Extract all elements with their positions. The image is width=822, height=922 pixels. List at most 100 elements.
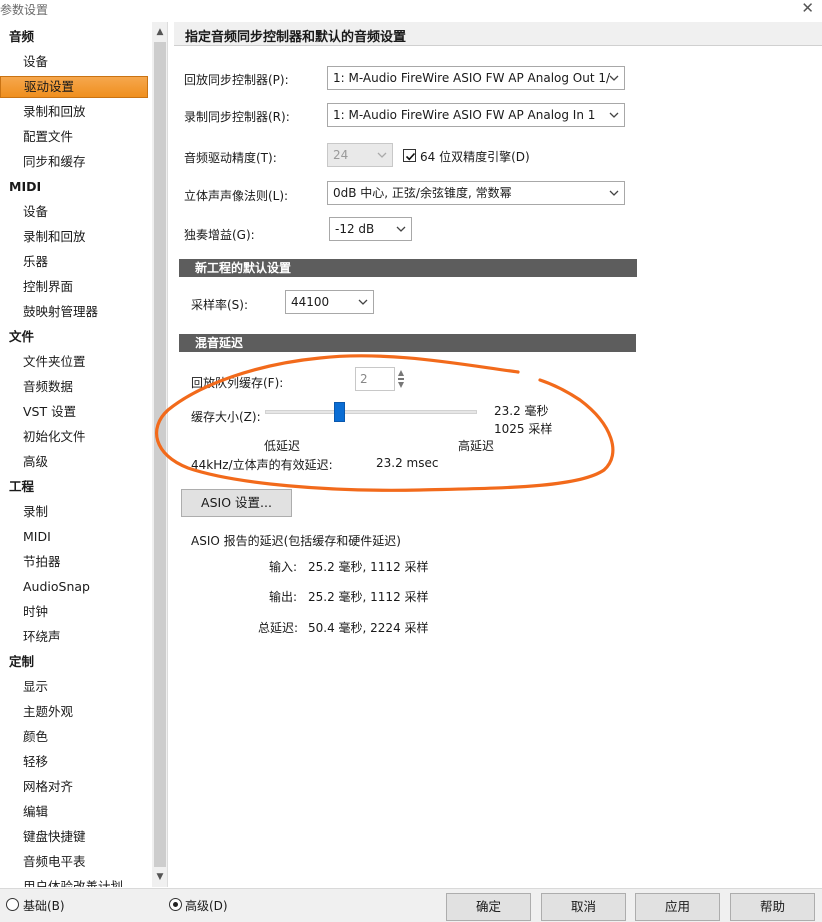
sidebar-item[interactable]: 乐器 <box>23 250 48 274</box>
sidebar-category[interactable]: 文件 <box>9 325 34 349</box>
record-sync-label: 录制同步控制器(R): <box>184 110 290 124</box>
sidebar-item[interactable]: 编辑 <box>23 800 48 824</box>
chevron-down-icon <box>377 152 387 158</box>
new-project-section-header: 新工程的默认设置 <box>179 259 637 277</box>
sidebar-item[interactable]: 环绕声 <box>23 625 61 649</box>
playback-sync-value: 1: M-Audio FireWire ASIO FW AP Analog Ou… <box>333 71 611 85</box>
low-latency-label: 低延迟 <box>264 439 301 453</box>
close-icon[interactable]: ✕ <box>801 0 814 17</box>
sidebar-item[interactable]: 设备 <box>23 200 48 224</box>
pan-law-label: 立体声声像法则(L): <box>184 189 289 203</box>
pan-law-select[interactable]: 0dB 中心, 正弦/余弦锥度, 常数幂 <box>327 181 625 205</box>
sidebar-item[interactable]: 驱动设置 <box>0 76 148 98</box>
sidebar-item[interactable]: VST 设置 <box>23 400 76 424</box>
effective-latency-label: 44kHz/立体声的有效延迟: <box>191 458 333 472</box>
sidebar-item[interactable]: 轻移 <box>23 750 48 774</box>
sidebar-item[interactable]: 颜色 <box>23 725 48 749</box>
input-latency-value: 25.2 毫秒, 1112 采样 <box>308 560 429 574</box>
sidebar-category[interactable]: 工程 <box>9 475 34 499</box>
asio-report-label: ASIO 报告的延迟(包括缓存和硬件延迟) <box>191 534 401 548</box>
sidebar-item[interactable]: 录制 <box>23 500 48 524</box>
solo-gain-select[interactable]: -12 dB <box>329 217 412 241</box>
chevron-down-icon <box>609 112 619 118</box>
record-sync-select[interactable]: 1: M-Audio FireWire ASIO FW AP Analog In… <box>327 103 625 127</box>
ok-button[interactable]: 确定 <box>446 893 531 921</box>
sidebar-item[interactable]: 音频数据 <box>23 375 73 399</box>
sidebar-item[interactable]: 主题外观 <box>23 700 73 724</box>
slider-thumb[interactable] <box>334 402 346 422</box>
buffer-ms: 23.2 毫秒 <box>494 404 549 418</box>
basic-mode-label: 基础(B) <box>23 899 65 913</box>
checkmark-icon <box>405 152 416 161</box>
sidebar-item[interactable]: 网格对齐 <box>23 775 73 799</box>
radio-dot-icon <box>173 902 178 907</box>
output-latency-value: 25.2 毫秒, 1112 采样 <box>308 590 429 604</box>
bit-depth-label: 音频驱动精度(T): <box>184 151 277 165</box>
buffer-size-label: 缓存大小(Z): <box>191 410 261 424</box>
mix-latency-section-header: 混音延迟 <box>179 334 636 352</box>
output-latency-label: 输出: <box>269 590 298 604</box>
sidebar-item[interactable]: 初始化文件 <box>23 425 86 449</box>
chevron-down-icon <box>609 190 619 196</box>
sidebar: 音频 设备 驱动设置 录制和回放 配置文件 同步和缓存 MIDI 设备 录制和回放 乐器 控制界面鼓… <box>0 22 168 887</box>
buffer-samples: 1025 采样 <box>494 422 553 436</box>
sidebar-item[interactable]: 音频电平表 <box>23 850 86 874</box>
input-latency-label: 输入: <box>269 560 298 574</box>
pan-law-value: 0dB 中心, 正弦/余弦锥度, 常数幂 <box>333 186 512 200</box>
sidebar-item[interactable]: MIDI <box>23 525 51 549</box>
sidebar-item[interactable]: 用户体验改善计划 <box>23 875 123 887</box>
cancel-button[interactable]: 取消 <box>541 893 626 921</box>
sidebar-item[interactable]: 配置文件 <box>23 125 73 149</box>
sidebar-item[interactable]: AudioSnap <box>23 575 90 599</box>
sample-rate-select[interactable]: 44100 <box>285 290 374 314</box>
advanced-mode-label: 高级(D) <box>185 899 228 913</box>
sidebar-scrollbar[interactable]: ▲ ▼ <box>152 22 167 887</box>
sidebar-category[interactable]: 定制 <box>9 650 34 674</box>
window-title: 参数设置 <box>0 3 49 17</box>
bit-depth-value: 24 <box>333 148 349 162</box>
playback-sync-label: 回放同步控制器(P): <box>184 73 289 87</box>
sidebar-item[interactable]: 时钟 <box>23 600 48 624</box>
sidebar-category[interactable]: MIDI <box>9 175 41 199</box>
sample-rate-value: 44100 <box>291 295 330 309</box>
chevron-down-icon <box>358 299 368 305</box>
basic-mode-radio[interactable] <box>6 898 19 911</box>
sidebar-item[interactable]: 高级 <box>23 450 48 474</box>
high-latency-label: 高延迟 <box>458 439 495 453</box>
apply-button[interactable]: 应用 <box>635 893 720 921</box>
sidebar-item[interactable]: 设备 <box>23 50 48 74</box>
sidebar-item[interactable]: 键盘快捷键 <box>23 825 86 849</box>
advanced-mode-radio[interactable] <box>169 898 182 911</box>
sidebar-item[interactable]: 控制界面 <box>23 275 73 299</box>
playback-buffer-label: 回放队列缓存(F): <box>191 376 284 390</box>
solo-gain-value: -12 dB <box>335 222 375 236</box>
sidebar-item[interactable]: 录制和回放 <box>23 225 86 249</box>
bit-depth-select[interactable]: 24 <box>327 143 393 167</box>
playback-buffer-value: 2 <box>360 372 368 386</box>
asio-settings-button[interactable]: ASIO 设置... <box>181 489 292 517</box>
sidebar-item[interactable]: 鼓映射管理器 <box>23 300 98 324</box>
help-button[interactable]: 帮助 <box>730 893 815 921</box>
playback-sync-select[interactable]: 1: M-Audio FireWire ASIO FW AP Analog Ou… <box>327 66 625 90</box>
sidebar-item[interactable]: 显示 <box>23 675 48 699</box>
main-panel: 指定音频同步控制器和默认的音频设置 回放同步控制器(P): 1: M-Audio… <box>174 22 822 887</box>
sidebar-item[interactable]: 节拍器 <box>23 550 61 574</box>
sidebar-category[interactable]: 音频 <box>9 25 34 49</box>
sample-rate-label: 采样率(S): <box>191 298 249 312</box>
dialog-footer: 基础(B) 高级(D) 确定 取消 应用 帮助 <box>0 888 822 922</box>
scroll-down-icon[interactable]: ▼ <box>152 869 167 885</box>
buffer-size-slider[interactable] <box>265 410 477 414</box>
spinner-arrows-icon[interactable] <box>397 367 405 391</box>
playback-buffer-input[interactable]: 2 <box>355 367 395 391</box>
double-precision-checkbox[interactable] <box>403 149 416 162</box>
sidebar-item[interactable]: 录制和回放 <box>23 100 86 124</box>
record-sync-value: 1: M-Audio FireWire ASIO FW AP Analog In… <box>333 108 596 122</box>
total-latency-label: 总延迟: <box>258 621 299 635</box>
solo-gain-label: 独奏增益(G): <box>184 228 255 242</box>
sidebar-item[interactable]: 文件夹位置 <box>23 350 86 374</box>
scroll-thumb[interactable] <box>154 42 166 867</box>
scroll-up-icon[interactable]: ▲ <box>152 24 167 40</box>
title-bar: 参数设置 ✕ <box>0 0 822 18</box>
effective-latency-value: 23.2 msec <box>376 456 439 470</box>
sidebar-item[interactable]: 同步和缓存 <box>23 150 86 174</box>
